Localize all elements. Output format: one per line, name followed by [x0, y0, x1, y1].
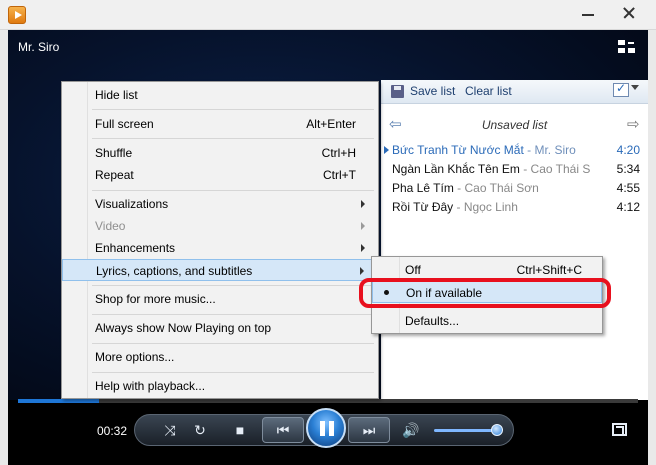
chevron-right-icon	[360, 267, 364, 275]
elapsed-time: 00:32	[97, 424, 128, 438]
pause-button[interactable]	[306, 408, 346, 448]
submenu-item-defaults[interactable]: Defaults...	[372, 310, 602, 332]
menu-item-full-screen[interactable]: Full screen Alt+Enter	[62, 113, 378, 135]
menu-item-repeat[interactable]: Repeat Ctrl+T	[62, 164, 378, 186]
playlist-item[interactable]: Pha Lê Tím - Cao Thái Sơn 4:55	[381, 178, 648, 198]
save-icon[interactable]	[391, 85, 404, 98]
menu-item-more-options[interactable]: More options...	[62, 346, 378, 368]
chevron-right-icon	[361, 222, 365, 230]
menu-item-lyrics-captions-subtitles[interactable]: Lyrics, captions, and subtitles	[62, 259, 378, 281]
playlist-item-title: Bức Tranh Từ Nước Mắt - Mr. Siro	[392, 143, 576, 157]
playlist-item-artist: - Cao Thái Sơn	[453, 181, 539, 195]
playlist-item-artist: - Cao Thái S	[519, 162, 591, 176]
playlist-name: Unsaved list	[481, 118, 548, 132]
playlist-nav: ⇦ Unsaved list ⇨	[381, 114, 648, 134]
next-icon: ⏭	[362, 422, 376, 438]
speaker-icon[interactable]: 🔊	[401, 422, 421, 438]
now-playing-indicator-icon	[384, 146, 389, 154]
switch-to-library-icon[interactable]	[618, 40, 636, 54]
shuffle-icon[interactable]: ⤨	[160, 422, 180, 438]
arrow-right-icon[interactable]: ⇨	[627, 115, 640, 133]
playlist-item-duration: 4:12	[616, 200, 640, 214]
menu-item-help-playback[interactable]: Help with playback...	[62, 375, 378, 397]
list-options-icon[interactable]	[613, 81, 629, 97]
playlist-item-duration: 4:20	[616, 143, 640, 157]
seek-progress	[18, 399, 99, 403]
playlist-item-title: Ngàn Lần Khắc Tên Em - Cao Thái S	[392, 162, 591, 176]
playlist-toolbar: Save list Clear list	[381, 80, 648, 104]
menu-item-shop-music[interactable]: Shop for more music...	[62, 288, 378, 310]
previous-icon: ⏮	[276, 422, 290, 438]
playlist-item-artist: - Ngọc Linh	[453, 200, 518, 214]
title-bar	[0, 0, 656, 30]
playlist-item[interactable]: Ngàn Lần Khắc Tên Em - Cao Thái S 5:34	[381, 159, 648, 179]
playlist-item-duration: 5:34	[616, 162, 640, 176]
menu-item-enhancements[interactable]: Enhancements	[62, 237, 378, 259]
playlist-pane: Save list Clear list ⇦ Unsaved list ⇨ Bứ…	[381, 80, 648, 400]
playlist-item[interactable]: Rồi Từ Đây - Ngọc Linh 4:12	[381, 197, 648, 217]
menu-item-visualizations[interactable]: Visualizations	[62, 193, 378, 215]
chevron-right-icon	[361, 244, 365, 252]
menu-item-always-on-top[interactable]: Always show Now Playing on top	[62, 317, 378, 339]
stop-icon[interactable]: ■	[230, 422, 250, 438]
playlist-item-title: Pha Lê Tím - Cao Thái Sơn	[392, 181, 539, 195]
clear-list-button[interactable]: Clear list	[465, 84, 512, 98]
fullscreen-icon[interactable]	[612, 423, 627, 436]
now-playing-title: Mr. Siro	[18, 40, 60, 54]
menu-item-video: Video	[62, 215, 378, 237]
playlist-item-artist: - Mr. Siro	[523, 143, 576, 157]
playlist-item[interactable]: Bức Tranh Từ Nước Mắt - Mr. Siro 4:20	[381, 140, 648, 160]
seek-bar[interactable]	[18, 399, 638, 403]
playlist-item-duration: 4:55	[616, 181, 640, 195]
chevron-down-icon[interactable]	[631, 85, 639, 90]
chevron-right-icon	[361, 200, 365, 208]
context-menu: Hide list Full screen Alt+Enter Shuffle Ct…	[61, 81, 379, 399]
annotation-highlight	[359, 278, 611, 308]
volume-thumb[interactable]	[490, 424, 503, 436]
close-button[interactable]	[600, 0, 656, 26]
playlist-item-title: Rồi Từ Đây - Ngọc Linh	[392, 200, 518, 214]
media-player-icon[interactable]	[8, 6, 26, 24]
menu-item-shuffle[interactable]: Shuffle Ctrl+H	[62, 142, 378, 164]
save-list-button[interactable]: Save list	[410, 84, 455, 98]
pause-icon	[320, 421, 325, 436]
repeat-icon[interactable]: ↻	[190, 422, 210, 438]
menu-item-hide-list[interactable]: Hide list	[62, 84, 378, 106]
